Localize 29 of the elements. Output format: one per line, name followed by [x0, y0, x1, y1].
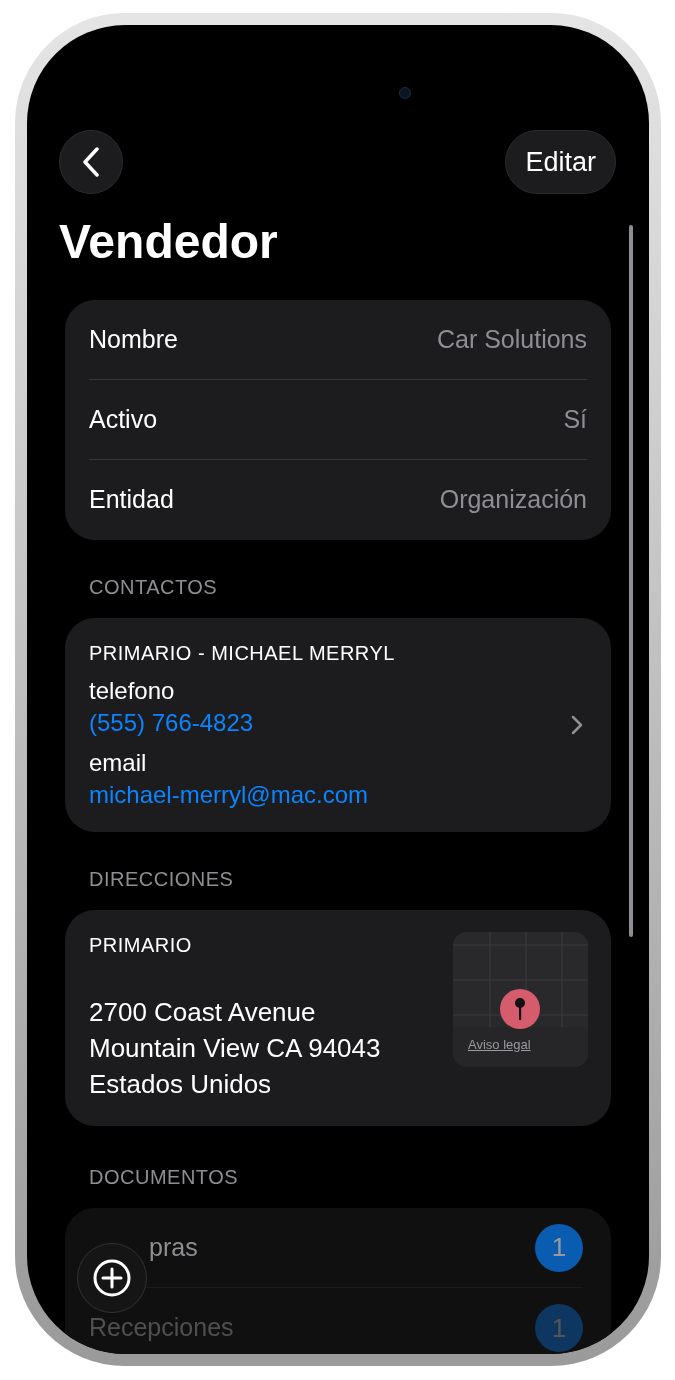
document-label[interactable]: pras [149, 1228, 198, 1267]
field-label: Nombre [89, 323, 178, 355]
section-header: CONTACTOS [89, 575, 219, 600]
field-value: Organización [439, 484, 587, 516]
map-thumbnail[interactable]: Aviso legal [453, 932, 588, 1067]
count-badge: 1 [535, 1304, 583, 1352]
contact-card[interactable]: PRIMARIO - MICHAEL MERRYL telefono (555) 766-4823 email michael-merryl@mac.com [65, 618, 611, 832]
phone-link[interactable]: (555) 766-4823 [89, 708, 571, 738]
field-label: telefono [89, 676, 176, 706]
field-label: email [89, 748, 148, 778]
address-text: 2700 Coast Avenue Mountain View CA 94043 Estados Unidos [89, 996, 382, 1101]
count-badge: 1 [535, 1223, 583, 1272]
legal-link[interactable]: Aviso legal [468, 1035, 531, 1055]
edit-button[interactable]: Editar [505, 130, 616, 194]
section-header: DOCUMENTOS [89, 1165, 240, 1190]
email-link[interactable]: michael-merryl@mac.com [89, 780, 571, 810]
camera-icon [399, 87, 411, 99]
field-label: Activo [89, 403, 158, 435]
address-type: PRIMARIO [89, 933, 193, 958]
page-title: Vendedor [59, 214, 279, 270]
add-icon [93, 1259, 131, 1297]
field-label: Entidad [89, 484, 174, 516]
section-header: DIRECCIONES [89, 867, 235, 892]
pin-icon [499, 988, 541, 1030]
field-value: Car Solutions [436, 323, 587, 355]
contact-name: PRIMARIO - MICHAEL MERRYL [89, 641, 396, 666]
back-icon [82, 147, 100, 177]
field-value: Sí [563, 403, 587, 435]
chevron-icon [571, 715, 583, 735]
